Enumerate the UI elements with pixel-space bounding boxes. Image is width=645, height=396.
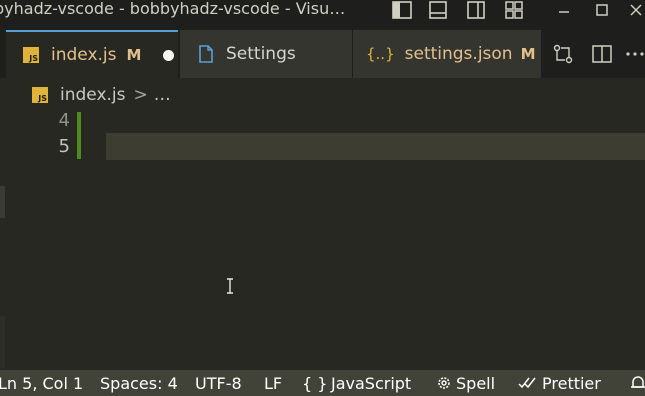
breadcrumb-file[interactable]: index.js: [60, 85, 126, 105]
scroll-marker: [0, 186, 5, 218]
tab-label: index.js: [51, 45, 117, 65]
breadcrumb: JS index.js > …: [0, 78, 645, 112]
close-window-icon[interactable]: [627, 0, 645, 20]
toggle-secondary-sidebar-icon[interactable]: [465, 0, 487, 20]
tab-index-js[interactable]: JS index.js M: [6, 30, 178, 78]
tab-settings[interactable]: Settings: [180, 30, 352, 78]
toggle-panel-icon[interactable]: [427, 0, 449, 20]
double-check-icon: [518, 376, 538, 390]
toggle-primary-sidebar-icon[interactable]: [391, 0, 413, 20]
prettier-status[interactable]: Prettier: [518, 370, 601, 396]
minimize-icon[interactable]: [555, 0, 573, 20]
open-changes-icon[interactable]: [551, 42, 575, 66]
editor-area[interactable]: 4 5: [0, 110, 645, 370]
tab-label: Settings: [226, 44, 296, 64]
title-bar: byhadz-vscode - bobbyhadz-vscode - Visu…: [0, 0, 645, 30]
prettier-label: Prettier: [542, 373, 601, 393]
gear-icon: [436, 375, 452, 391]
editor-tabs: JS index.js M Settings {..} settings.jso…: [0, 30, 645, 78]
end-of-line[interactable]: LF: [264, 370, 282, 396]
tab-settings-json[interactable]: {..} settings.json M: [353, 30, 541, 78]
settings-file-icon: [198, 45, 214, 63]
text-cursor-icon: [224, 278, 236, 294]
more-actions-icon[interactable]: [625, 42, 645, 66]
encoding[interactable]: UTF-8: [195, 370, 242, 396]
spell-status[interactable]: Spell: [436, 370, 495, 396]
breadcrumb-more[interactable]: …: [154, 85, 171, 105]
json-braces-icon: {..}: [366, 45, 395, 63]
status-bar: Ln 5, Col 1 Spaces: 4 UTF-8 LF { } JavaS…: [0, 370, 645, 396]
cursor-position[interactable]: Ln 5, Col 1: [0, 370, 83, 396]
js-file-icon: JS: [32, 87, 48, 103]
scroll-marker: [0, 316, 5, 368]
modified-badge: M: [520, 45, 536, 63]
language-mode[interactable]: JavaScript: [331, 370, 411, 396]
maximize-icon[interactable]: [593, 0, 611, 20]
tab-label: settings.json: [404, 44, 513, 64]
notifications-bell-icon[interactable]: [630, 370, 645, 396]
current-line-highlight: [106, 133, 645, 160]
gutter-added-indicator: [77, 112, 81, 159]
split-editor-icon[interactable]: [590, 42, 614, 66]
modified-badge: M: [126, 46, 142, 64]
spell-label: Spell: [456, 373, 496, 393]
unsaved-dot-icon[interactable]: [163, 49, 175, 61]
indentation[interactable]: Spaces: 4: [100, 370, 178, 396]
window-title: byhadz-vscode - bobbyhadz-vscode - Visu…: [0, 0, 346, 18]
js-file-icon: JS: [23, 47, 39, 63]
chevron-right-icon: >: [133, 85, 148, 105]
line-number: 5: [58, 136, 70, 157]
language-braces-icon: { }: [302, 373, 328, 393]
line-number: 4: [58, 110, 70, 131]
customize-layout-icon[interactable]: [503, 0, 525, 20]
